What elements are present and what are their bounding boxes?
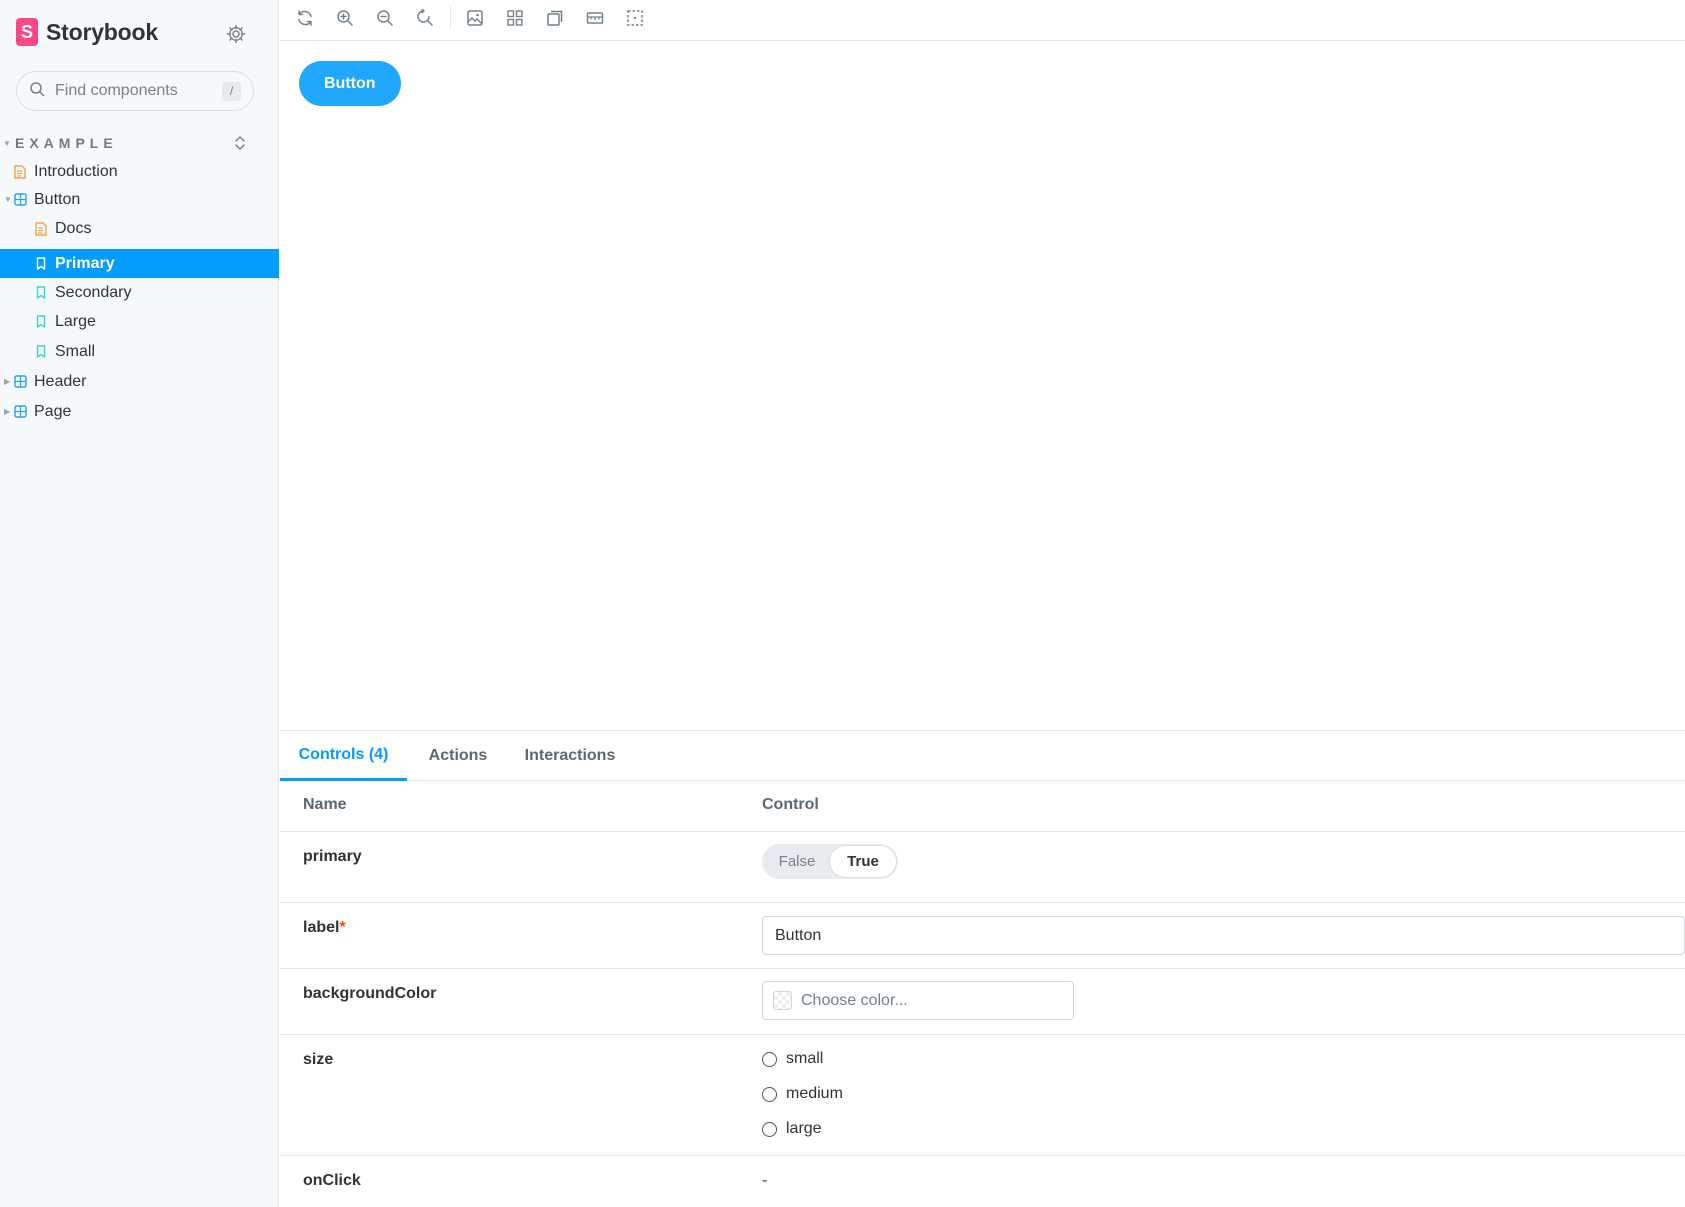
sidebar-item-small[interactable]: Small: [0, 337, 279, 366]
sidebar-item-button[interactable]: ▼ Button: [0, 185, 279, 214]
search-placeholder: Find components: [55, 82, 178, 99]
sidebar-item-label: Introduction: [34, 162, 118, 180]
color-placeholder: Choose color...: [801, 991, 908, 1009]
settings-gear-icon[interactable]: [224, 22, 248, 46]
tab-controls[interactable]: Controls (4): [280, 731, 407, 781]
tab-interactions[interactable]: Interactions: [509, 731, 631, 781]
zoom-out-icon[interactable]: [373, 6, 397, 30]
radio-label: medium: [786, 1085, 843, 1102]
sidebar-item-introduction[interactable]: Introduction: [0, 157, 279, 186]
arg-name: onClick: [303, 1172, 361, 1189]
column-header-name: Name: [303, 796, 347, 813]
storybook-logo-icon: S: [16, 18, 38, 46]
primary-boolean-toggle[interactable]: False True: [762, 844, 898, 879]
brand[interactable]: S Storybook: [16, 18, 158, 46]
sidebar-item-label: Header: [34, 372, 87, 390]
radio-label: small: [786, 1050, 824, 1067]
addon-tabs: Controls (4) Actions Interactions: [279, 731, 1685, 781]
radio-circle-icon[interactable]: [762, 1121, 777, 1137]
sidebar-item-primary[interactable]: Primary: [0, 249, 279, 278]
sidebar-item-header[interactable]: ▶ Header: [0, 367, 279, 396]
onclick-value: -: [762, 1172, 768, 1189]
sidebar-item-secondary[interactable]: Secondary: [0, 278, 279, 307]
sidebar-item-page[interactable]: ▶ Page: [0, 397, 279, 426]
component-icon: [13, 375, 27, 389]
preview-toolbar: [279, 0, 1685, 41]
chevron-right-icon: ▶: [4, 377, 11, 386]
radio-circle-icon[interactable]: [762, 1051, 777, 1067]
sidebar-item-label: Large: [55, 312, 96, 330]
arg-name: size: [303, 1051, 334, 1068]
search-shortcut-badge: /: [222, 81, 241, 101]
sidebar: S Storybook Find components / ▼ EXAMPLE …: [0, 0, 279, 1207]
sidebar-item-label: Docs: [55, 219, 92, 237]
arg-row-size: size small medium large: [279, 1035, 1685, 1156]
color-swatch-icon[interactable]: [773, 991, 792, 1010]
tab-actions[interactable]: Actions: [411, 731, 505, 781]
arg-name: backgroundColor: [303, 985, 437, 1002]
chevron-down-icon: ▼: [3, 139, 11, 148]
measure-icon[interactable]: [583, 6, 607, 30]
sidebar-item-label: Page: [34, 402, 72, 420]
background-icon[interactable]: [463, 6, 487, 30]
arg-row-primary: primary False True: [279, 832, 1685, 903]
bookmark-icon: [34, 286, 48, 300]
arg-name: primary: [303, 848, 362, 865]
bookmark-icon: [34, 345, 48, 359]
sidebar-item-label: Primary: [55, 254, 115, 272]
search-icon: [29, 81, 45, 102]
component-icon: [13, 405, 27, 419]
sidebar-item-large[interactable]: Large: [0, 307, 279, 336]
expand-collapse-icon[interactable]: [234, 134, 246, 157]
size-radio-medium[interactable]: medium: [762, 1082, 843, 1106]
sidebar-item-label: Secondary: [55, 283, 132, 301]
addons-panel: Controls (4) Actions Interactions Name C…: [279, 731, 1685, 1207]
args-table-header: Name Control: [279, 781, 1685, 832]
chevron-right-icon: ▶: [4, 407, 11, 416]
search-input[interactable]: Find components /: [16, 71, 254, 111]
group-title: EXAMPLE: [15, 135, 118, 151]
component-icon: [13, 193, 27, 207]
preview-canvas: Button: [279, 41, 1685, 731]
document-icon: [34, 221, 48, 236]
bookmark-icon: [34, 257, 48, 271]
arg-name-text: label: [303, 919, 340, 936]
required-mark: *: [339, 919, 346, 936]
sidebar-item-docs[interactable]: Docs: [0, 214, 279, 243]
background-color-picker[interactable]: Choose color...: [762, 981, 1074, 1020]
toggle-true-option[interactable]: True: [830, 846, 896, 877]
chevron-down-icon: ▼: [4, 195, 12, 204]
arg-row-onclick: onClick -: [279, 1156, 1685, 1207]
sidebar-item-label: Small: [55, 342, 96, 360]
grid-icon[interactable]: [503, 6, 527, 30]
brand-name: Storybook: [46, 18, 158, 45]
reload-icon[interactable]: [293, 6, 317, 30]
document-icon: [13, 164, 27, 179]
zoom-reset-icon[interactable]: [413, 6, 437, 30]
arg-row-label: label* Button: [279, 903, 1685, 969]
toolbar-divider: [450, 6, 451, 30]
toggle-false-option[interactable]: False: [764, 846, 830, 877]
label-text-field[interactable]: Button: [762, 916, 1685, 955]
story-primary-button[interactable]: Button: [299, 61, 401, 106]
size-radio-small[interactable]: small: [762, 1047, 823, 1071]
radio-circle-icon[interactable]: [762, 1086, 777, 1102]
outline-icon[interactable]: [623, 6, 647, 30]
arg-name: label*: [303, 919, 346, 937]
viewport-icon[interactable]: [543, 6, 567, 30]
radio-label: large: [786, 1120, 822, 1137]
size-radio-large[interactable]: large: [762, 1117, 822, 1141]
bookmark-icon: [34, 315, 48, 329]
zoom-in-icon[interactable]: [333, 6, 357, 30]
arg-row-background-color: backgroundColor Choose color...: [279, 969, 1685, 1035]
column-header-control: Control: [762, 796, 819, 813]
sidebar-item-label: Button: [34, 190, 81, 208]
group-example-header[interactable]: ▼ EXAMPLE: [0, 132, 279, 154]
